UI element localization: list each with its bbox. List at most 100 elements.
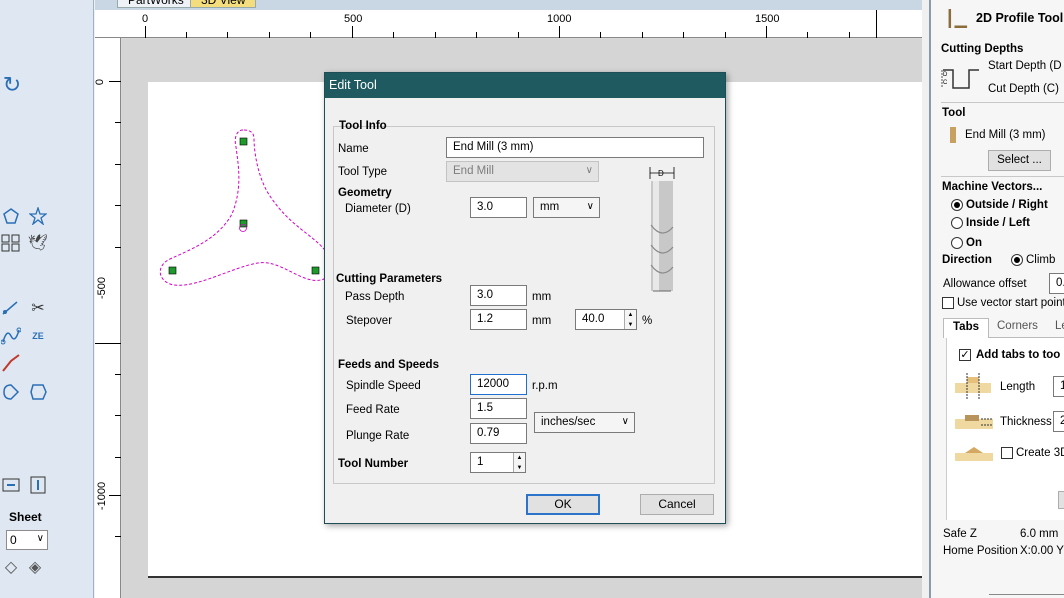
tool-icon [950,127,956,143]
tool-number-label: Tool Number [338,458,409,470]
machine-vectors-heading: Machine Vectors... [942,181,1043,193]
ruler-label: -500 [96,276,109,300]
tool-type-select[interactable]: End Mill ∨ [446,161,599,182]
tool-number-input[interactable]: 1 ▲ ▼ [470,452,526,473]
name-field[interactable]: End Mill (3 mm) [446,137,704,158]
tab-thickness-icon [955,415,993,429]
feed-unit-value: inches/sec [541,416,596,428]
create-3d-label: Create 3D [1016,447,1064,459]
length-input[interactable]: 1 [1053,376,1064,397]
feed-unit-select[interactable]: inches/sec ∨ [534,412,635,433]
edit-tabs-button[interactable] [1058,491,1064,509]
cutting-depth-diagram: D C [941,69,979,89]
diameter-unit-value: mm [540,201,560,213]
plunge-rate-input[interactable]: 0.79 [470,423,527,444]
ruler-left: 0 -500 -1000 [95,38,121,598]
use-vector-start-checkbox[interactable] [942,297,954,309]
align-center-icon[interactable] [27,474,49,496]
stepover-percent-spinner[interactable]: ▲ ▼ [624,310,636,329]
toolpath-panel: ┃▁ 2D Profile Toolp Cutting Depths D C S… [929,0,1064,598]
safe-z-value: 6.0 mm [1020,528,1059,540]
sheet-prev-icon[interactable]: ◇ [0,556,22,578]
spin-up-icon: ▲ [516,455,523,461]
polygon-icon[interactable] [0,205,22,227]
star-icon[interactable] [27,205,49,227]
outside-right-radio[interactable] [951,199,963,211]
thickness-input[interactable]: 2 [1053,411,1064,432]
node-handle [168,266,177,275]
stepover-percent-value: 40.0 [582,313,605,325]
ok-button[interactable]: OK [526,494,600,515]
thickness-label: Thickness [1000,416,1052,428]
ruler-label: 0 [142,13,149,25]
section-tool-info: Tool Info [339,120,387,132]
tool-path-vector [159,129,332,286]
diagram-d-label: D [658,169,664,178]
shape-icon[interactable] [0,381,22,403]
ruler-label: 0 [95,78,107,86]
stepover-percent-input[interactable]: 40.0 ▲ ▼ [575,309,637,330]
stepover-input[interactable]: 1.2 [470,309,527,330]
on-radio[interactable] [951,237,963,249]
stepover-label: Stepover [346,315,393,327]
scissors-icon[interactable]: ✂ [27,297,49,319]
direction-label: Direction [942,254,992,266]
allowance-offset-label: Allowance offset [943,278,1027,290]
select-tool-button[interactable]: Select ... [988,150,1051,171]
chevron-down-icon: ∨ [585,165,593,176]
diameter-label: Diameter (D) [345,203,411,215]
spindle-speed-label: Spindle Speed [346,380,421,392]
dialog-title[interactable]: Edit Tool [325,73,725,98]
view-tabs: PartWorks 3D View [95,0,922,10]
climb-radio[interactable] [1011,254,1023,266]
add-tabs-checkbox[interactable]: ✓ [959,349,971,361]
tab-corners[interactable]: Corners [997,320,1038,332]
stepover-percent-unit: % [642,315,653,327]
diameter-input[interactable]: 3.0 [470,197,527,218]
sheet-select[interactable]: 0 ∨ [6,530,48,550]
diagram-c-label: C [943,80,948,86]
tab-tabs[interactable]: Tabs [943,318,989,338]
create-3d-checkbox[interactable] [1001,447,1013,459]
home-position-value: X:0.00 Y: [1020,545,1064,557]
tab-3d-view[interactable]: 3D View [190,0,257,8]
climb-label: Climb [1026,254,1056,266]
offset-icon[interactable] [27,381,49,403]
array-copy-icon[interactable] [0,232,22,254]
tool-name: End Mill (3 mm) [965,129,1046,141]
plunge-rate-label: Plunge Rate [346,430,410,442]
allowance-offset-input[interactable]: 0. [1049,273,1064,294]
tab-partworks[interactable]: PartWorks [117,0,195,8]
tab-leads[interactable]: Le [1055,320,1064,332]
text-icon[interactable]: ZE [27,325,49,347]
section-cutting-parameters: Cutting Parameters [336,273,443,285]
tool-number-spinner[interactable]: ▲ ▼ [513,453,525,472]
align-left-icon[interactable] [0,474,22,496]
spindle-speed-unit: r.p.m [532,380,558,392]
spin-up-icon: ▲ [627,312,634,318]
spindle-speed-input[interactable]: 12000 [470,374,527,395]
pass-depth-input[interactable]: 3.0 [470,285,527,306]
curve-fit-icon[interactable] [0,325,22,347]
on-label: On [966,237,982,249]
outside-right-label: Outside / Right [966,199,1048,211]
sheet-next-icon[interactable]: ◈ [24,556,46,578]
section-feeds-speeds: Feeds and Speeds [338,359,439,371]
spin-down-icon: ▼ [516,465,523,471]
profile-toolpath-icon: ┃▁ [945,11,967,28]
stepover-unit: mm [532,315,552,327]
cancel-button[interactable]: Cancel [640,494,714,515]
diameter-unit-select[interactable]: mm ∨ [533,197,600,218]
undo-icon[interactable]: ↻ [1,72,23,97]
inside-left-label: Inside / Left [966,217,1030,229]
spline-icon[interactable] [0,352,22,374]
chevron-down-icon: ∨ [586,201,594,212]
pass-depth-unit: mm [532,291,552,303]
ruler-label: -1000 [96,481,109,511]
chevron-down-icon: ∨ [36,533,44,544]
feed-rate-input[interactable]: 1.5 [470,398,527,419]
bird-icon[interactable]: 🕊 [27,232,49,254]
inside-left-radio[interactable] [951,217,963,229]
cut-depth-label: Cut Depth (C) [988,83,1059,95]
node-edit-icon[interactable] [0,297,22,319]
